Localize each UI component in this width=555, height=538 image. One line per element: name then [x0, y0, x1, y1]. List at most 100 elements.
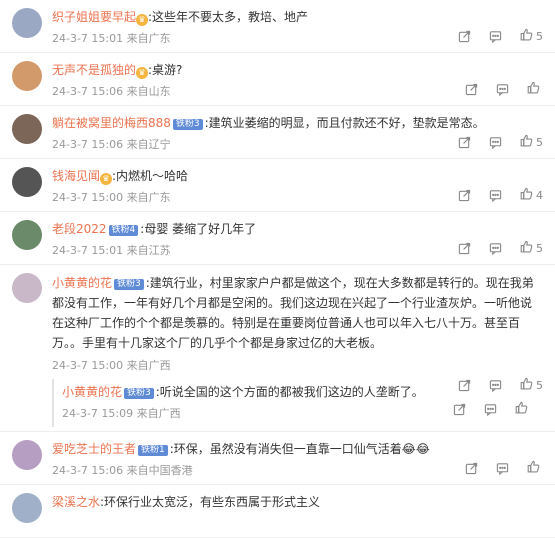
- comment-text: :建筑业萎缩的明显，而且付款还不好，垫款是常态。: [204, 116, 485, 130]
- location: 来自辽宁: [126, 138, 171, 151]
- reply-icon[interactable]: [489, 134, 502, 150]
- reply-icon[interactable]: [489, 187, 502, 203]
- location: 来自广西: [126, 359, 171, 372]
- avatar[interactable]: [12, 114, 42, 144]
- location: 来自山东: [126, 85, 171, 98]
- fan-badge: 铁粉3: [114, 279, 144, 290]
- timestamp: 24-3-7 15:09: [62, 407, 134, 420]
- vip-crown-icon: ♛: [100, 173, 113, 185]
- share-icon[interactable]: [453, 401, 466, 417]
- fan-badge: 铁粉4: [108, 225, 139, 236]
- like-button[interactable]: 5: [520, 134, 543, 150]
- like-button[interactable]: [515, 401, 531, 417]
- avatar[interactable]: [12, 273, 42, 303]
- like-button[interactable]: 5: [520, 28, 543, 44]
- reply-icon[interactable]: [489, 28, 502, 44]
- username[interactable]: 梁溪之水: [52, 495, 100, 509]
- timestamp: 24-3-7 15:01: [52, 244, 124, 257]
- comment-text: :环保，虽然没有消失但一直靠一口仙气活着😂😂: [169, 442, 430, 456]
- username[interactable]: 小黄黄的花: [62, 385, 122, 399]
- comment-item: 老段2022 铁粉4:母婴 萎缩了好几年了 24-3-7 15:01 来自江苏 5: [0, 212, 555, 265]
- timestamp: 24-3-7 15:00: [52, 191, 124, 204]
- comment-item: 梁溪之水:环保行业太宽泛，有些东西属于形式主义: [0, 485, 555, 538]
- username[interactable]: 钱海见闻: [52, 169, 100, 183]
- location: 来自中国香港: [126, 464, 193, 477]
- like-icon: [515, 401, 528, 417]
- fan-badge: 铁粉3: [172, 119, 203, 130]
- comment-text: :母婴 萎缩了好几年了: [140, 222, 257, 236]
- comment-actions: 4: [458, 187, 543, 203]
- timestamp: 24-3-7 15:06: [52, 138, 124, 151]
- comment-actions: [465, 460, 543, 476]
- like-count: 4: [536, 188, 543, 202]
- like-count: 5: [536, 29, 543, 43]
- location: 来自广西: [136, 407, 181, 420]
- comment-body: 老段2022 铁粉4:母婴 萎缩了好几年了: [52, 220, 543, 238]
- comment-body: 织子姐姐要早起 ♛:这些年不要太多，教培、地产: [52, 8, 543, 26]
- comment-list: 织子姐姐要早起 ♛:这些年不要太多，教培、地产 24-3-7 15:01 来自广东 5…: [0, 0, 555, 538]
- like-button[interactable]: [527, 81, 543, 97]
- username[interactable]: 织子姐姐要早起: [52, 10, 136, 24]
- timestamp: 24-3-7 15:06: [52, 85, 124, 98]
- like-count: 5: [536, 135, 543, 149]
- like-count: 5: [536, 241, 543, 255]
- reply-icon[interactable]: [496, 460, 509, 476]
- avatar[interactable]: [12, 493, 42, 523]
- share-icon[interactable]: [458, 187, 471, 203]
- like-button[interactable]: 4: [520, 187, 543, 203]
- reply-text: :听说全国的这个方面的都被我们这边的人垄断了。: [155, 385, 424, 399]
- comment-body: 躺在被窝里的梅西888 铁粉3:建筑业萎缩的明显，而且付款还不好，垫款是常态。: [52, 114, 543, 132]
- comment-body: 爱吃芝士的王者 铁粉1:环保，虽然没有消失但一直靠一口仙气活着😂😂: [52, 440, 543, 458]
- reply-icon[interactable]: [484, 401, 497, 417]
- location: 来自江苏: [126, 244, 171, 257]
- avatar[interactable]: [12, 220, 42, 250]
- comment-text: :环保行业太宽泛，有些东西属于形式主义: [100, 495, 321, 509]
- location: 来自广东: [126, 191, 171, 204]
- reply-icon[interactable]: [496, 81, 509, 97]
- reply-body: 小黄黄的花 铁粉3:听说全国的这个方面的都被我们这边的人垄断了。: [62, 383, 535, 401]
- avatar[interactable]: [12, 167, 42, 197]
- timestamp: 24-3-7 15:06: [52, 464, 124, 477]
- reply-item: 小黄黄的花 铁粉3:听说全国的这个方面的都被我们这边的人垄断了。 24-3-7 15…: [52, 379, 543, 427]
- location: 来自广东: [126, 32, 171, 45]
- share-icon[interactable]: [465, 460, 478, 476]
- share-icon[interactable]: [458, 134, 471, 150]
- comment-actions: 5: [458, 240, 543, 256]
- share-icon[interactable]: [465, 81, 478, 97]
- comment-item: 钱海见闻 ♛:内燃机～哈哈 24-3-7 15:00 来自广东 4: [0, 159, 555, 212]
- comment-meta: 24-3-7 15:00 来自广西: [52, 357, 543, 375]
- like-button[interactable]: 5: [520, 240, 543, 256]
- comment-body: 小黄黄的花 铁粉3:建筑行业，村里家家户户都是做这个，现在大多数都是转行的。现在我…: [52, 273, 543, 353]
- avatar[interactable]: [12, 61, 42, 91]
- avatar[interactable]: [12, 440, 42, 470]
- comment-actions: [465, 81, 543, 97]
- comment-actions: 5: [458, 134, 543, 150]
- comment-actions: 5: [458, 28, 543, 44]
- username[interactable]: 老段2022: [52, 222, 107, 236]
- comment-item: 织子姐姐要早起 ♛:这些年不要太多，教培、地产 24-3-7 15:01 来自广东 5: [0, 0, 555, 53]
- like-icon: [527, 81, 540, 97]
- timestamp: 24-3-7 15:01: [52, 32, 124, 45]
- like-icon: [520, 187, 533, 203]
- vip-crown-icon: ♛: [136, 14, 149, 26]
- reply-icon[interactable]: [489, 240, 502, 256]
- comment-item: 躺在被窝里的梅西888 铁粉3:建筑业萎缩的明显，而且付款还不好，垫款是常态。 24…: [0, 106, 555, 159]
- timestamp: 24-3-7 15:00: [52, 359, 124, 372]
- like-icon: [520, 240, 533, 256]
- comment-content: 小黄黄的花 铁粉3:建筑行业，村里家家户户都是做这个，现在大多数都是转行的。现在我…: [52, 273, 543, 375]
- username[interactable]: 无声不是孤独的: [52, 63, 136, 77]
- share-icon[interactable]: [458, 240, 471, 256]
- comment-text: :这些年不要太多，教培、地产: [148, 10, 309, 24]
- comment-text: :桌游?: [148, 63, 183, 77]
- avatar[interactable]: [12, 8, 42, 38]
- comment-body: 钱海见闻 ♛:内燃机～哈哈: [52, 167, 543, 185]
- like-icon: [527, 460, 540, 476]
- username[interactable]: 爱吃芝士的王者: [52, 442, 136, 456]
- share-icon[interactable]: [458, 28, 471, 44]
- fan-badge: 铁粉1: [138, 445, 168, 456]
- like-button[interactable]: [527, 460, 543, 476]
- like-icon: [520, 28, 533, 44]
- username[interactable]: 小黄黄的花: [52, 276, 112, 290]
- username[interactable]: 躺在被窝里的梅西888: [52, 116, 171, 130]
- vip-crown-icon: ♛: [136, 67, 149, 79]
